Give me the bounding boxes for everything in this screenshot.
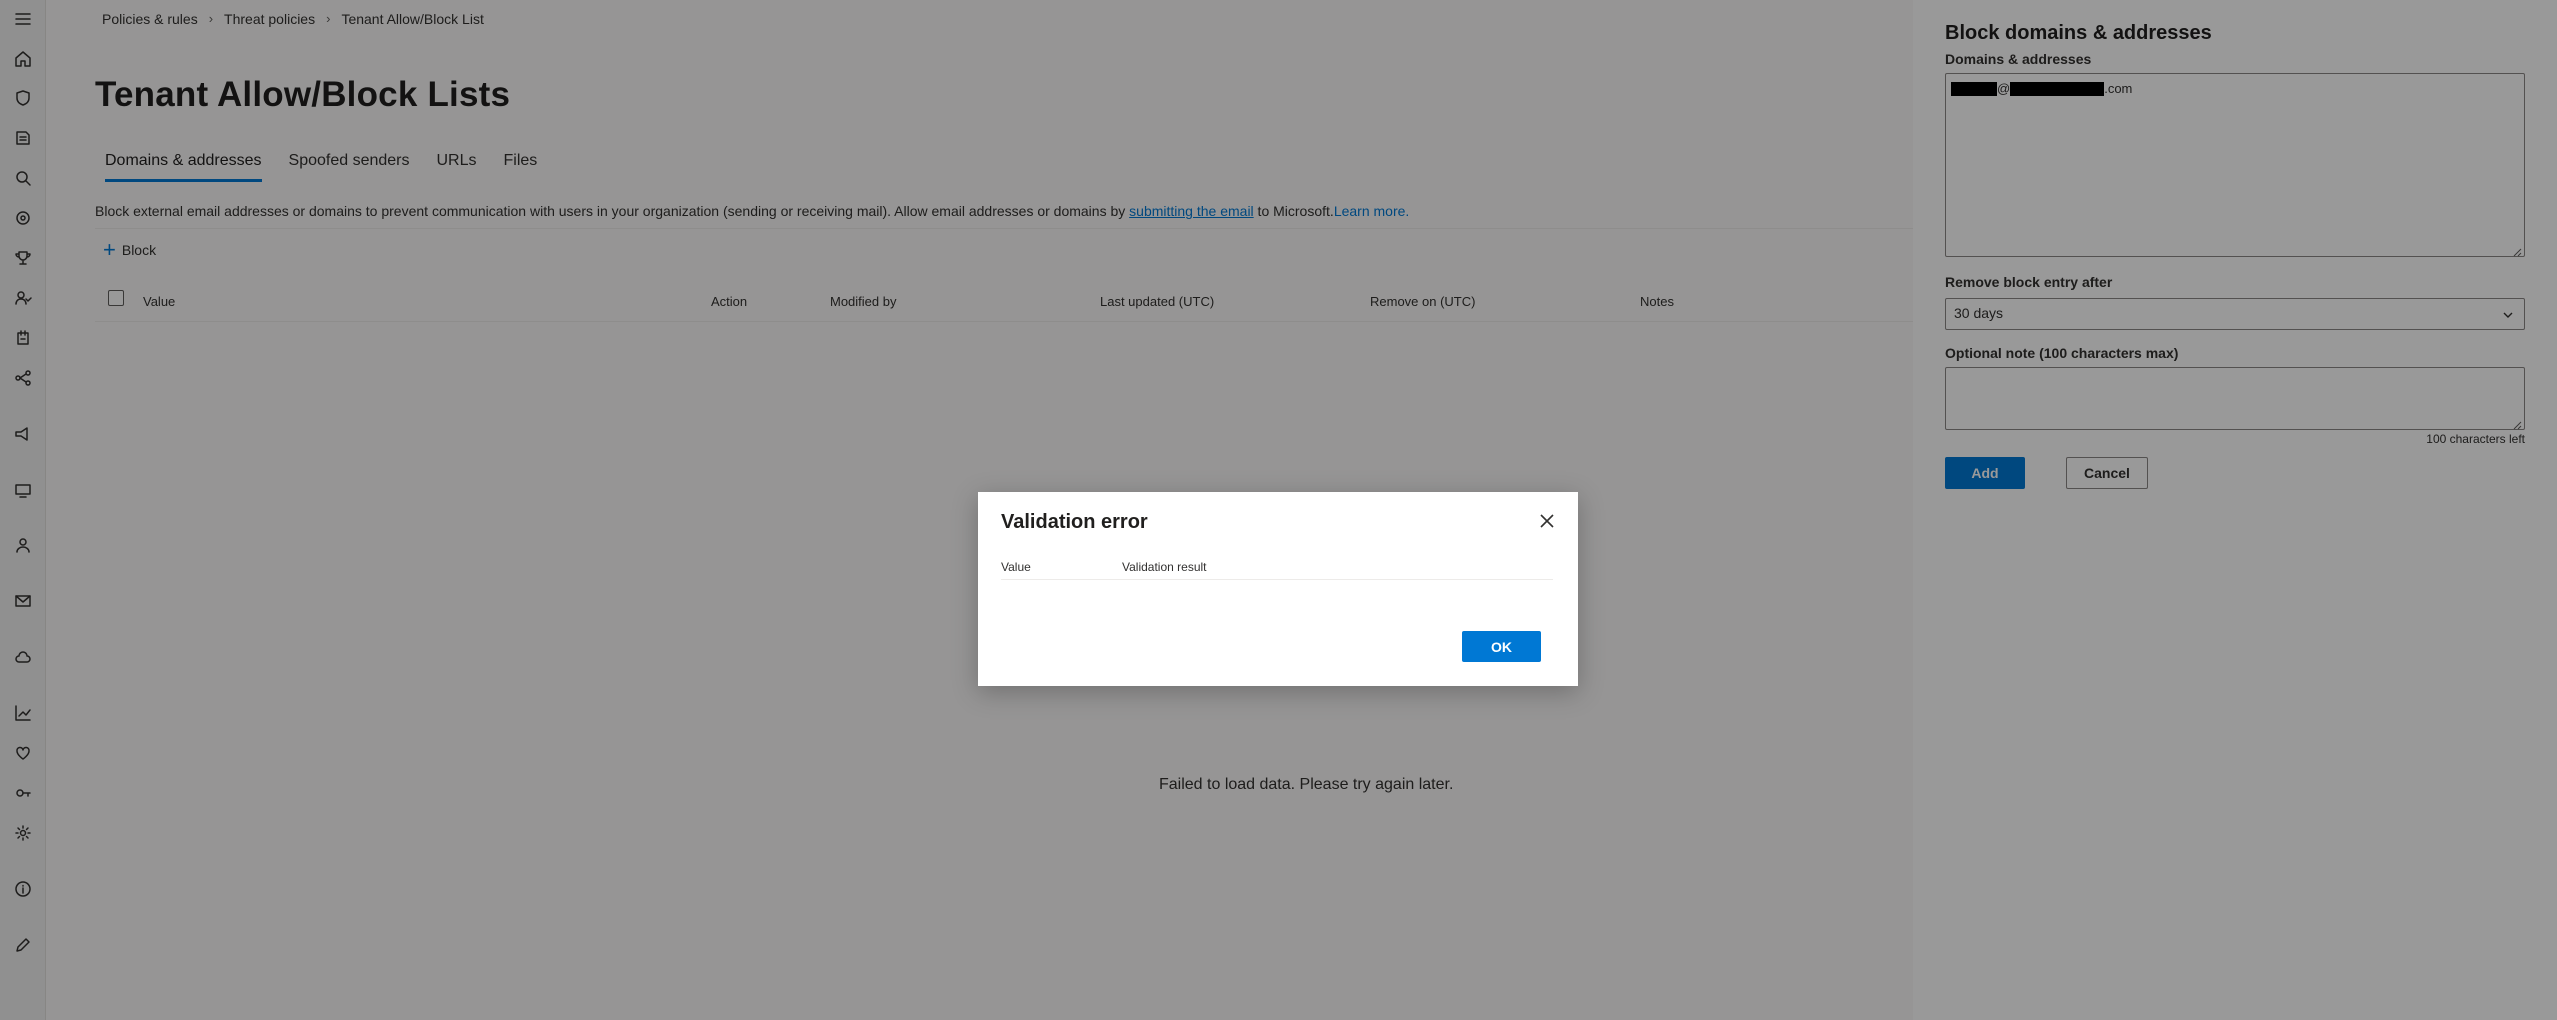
dialog-column-validation-result: Validation result	[1122, 560, 1207, 574]
validation-error-dialog: Validation error Value Validation result…	[978, 492, 1578, 686]
panel-overlay	[1913, 0, 2557, 1020]
modal-overlay	[0, 0, 1913, 1020]
dialog-title: Validation error	[1001, 511, 1148, 533]
close-icon[interactable]	[1536, 510, 1558, 532]
dialog-table-header: Value Validation result	[1001, 552, 1553, 580]
dialog-column-value: Value	[1001, 560, 1031, 574]
ok-button[interactable]: OK	[1462, 631, 1541, 662]
